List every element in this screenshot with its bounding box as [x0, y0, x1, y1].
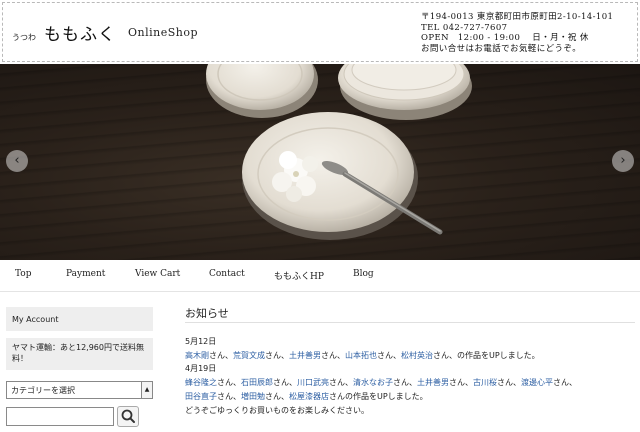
- hero-photo-plates: [206, 64, 472, 240]
- shipping-notice: ヤマト運輸：あと12,960円で送料無料！: [6, 338, 153, 370]
- nav-top[interactable]: Top: [15, 269, 31, 279]
- news-date: 4月19日: [185, 364, 217, 373]
- logo-name: ももふく: [44, 25, 116, 45]
- plate-main: [242, 112, 414, 232]
- main-nav: Top Payment View Cart Contact ももふくHP Blo…: [0, 260, 640, 292]
- artist-honorific: さん、: [329, 378, 353, 387]
- news-divider: [185, 322, 635, 323]
- artist-link[interactable]: 松村英治: [401, 351, 433, 360]
- news-artists-line: 蜂谷隆之さん、石田辰郎さん、川口武亮さん、清水なお子さん、土井善男さん、古川桜さ…: [185, 377, 577, 388]
- artist-link[interactable]: 増田勉: [241, 392, 265, 401]
- my-account-link[interactable]: My Account: [6, 307, 153, 331]
- hero-slideshow: ‹ ›: [0, 64, 640, 260]
- artist-honorific: さん、: [273, 378, 297, 387]
- artist-link[interactable]: 荒賀文成: [233, 351, 265, 360]
- artist-link[interactable]: 渡邊心平: [521, 378, 553, 387]
- artist-honorific: さんの作品をUPしました。: [329, 392, 428, 401]
- artist-honorific: さん、: [393, 378, 417, 387]
- artist-link[interactable]: 土井善男: [417, 378, 449, 387]
- artist-honorific: さん、: [217, 378, 241, 387]
- artist-link[interactable]: 高木剛: [185, 351, 209, 360]
- artist-honorific: さん、: [497, 378, 521, 387]
- artist-honorific: さん、: [553, 378, 577, 387]
- category-select-value: カテゴリーを選択: [11, 386, 75, 395]
- artist-honorific: さん、: [209, 351, 233, 360]
- news-closing-text: どうぞごゆっくりお買いものをお楽しみください。: [185, 406, 369, 415]
- artist-link[interactable]: 古川桜: [473, 378, 497, 387]
- category-select[interactable]: カテゴリーを選択 ▲: [6, 381, 153, 399]
- shop-hours: OPEN 12:00 - 19:00 日・月・祝 休: [421, 33, 589, 44]
- nav-payment[interactable]: Payment: [66, 269, 105, 279]
- nav-blog[interactable]: Blog: [353, 269, 374, 279]
- artist-link[interactable]: 川口武亮: [297, 378, 329, 387]
- artist-honorific: さん、: [377, 351, 401, 360]
- artist-link[interactable]: 蜂谷隆之: [185, 378, 217, 387]
- artist-link[interactable]: 石田辰郎: [241, 378, 273, 387]
- artist-honorific: さん、: [265, 392, 289, 401]
- artist-link[interactable]: 松屋漆器店: [289, 392, 329, 401]
- nav-contact[interactable]: Contact: [209, 269, 245, 279]
- artist-link[interactable]: 山本拓也: [345, 351, 377, 360]
- news-artists-line: 田谷直子さん、増田勉さん、松屋漆器店さんの作品をUPしました。: [185, 391, 428, 402]
- artist-link[interactable]: 田谷直子: [185, 392, 217, 401]
- shop-phone: TEL 042-727-7607: [421, 22, 508, 33]
- shop-info: 〒194-0013 東京都町田市原町田2-10-14-101 TEL 042-7…: [421, 12, 613, 54]
- shop-title: OnlineShop: [128, 26, 199, 39]
- artist-link[interactable]: 清水なお子: [353, 378, 393, 387]
- select-arrows-icon: ▲: [141, 382, 152, 398]
- artist-honorific: さん、: [265, 351, 289, 360]
- artist-honorific: さん、の作品をUPしました。: [433, 351, 540, 360]
- search-button[interactable]: [117, 406, 139, 427]
- news-date: 5月12日: [185, 337, 217, 346]
- shop-address: 〒194-0013 東京都町田市原町田2-10-14-101: [421, 12, 614, 22]
- nav-momofuku-hp[interactable]: ももふくHP: [274, 269, 324, 282]
- search-input[interactable]: [6, 407, 114, 426]
- search-icon: [121, 409, 135, 423]
- logo-subtitle: うつわ: [12, 33, 36, 42]
- shop-contact-note: お問い合せはお電話でお気軽にどうぞ。: [421, 43, 582, 54]
- artist-honorific: さん、: [321, 351, 345, 360]
- artist-honorific: さん、: [217, 392, 241, 401]
- slider-prev-button[interactable]: ‹: [6, 150, 28, 172]
- artist-link[interactable]: 土井善男: [289, 351, 321, 360]
- shop-logo[interactable]: うつわ ももふく: [12, 20, 116, 45]
- nav-view-cart[interactable]: View Cart: [135, 269, 180, 279]
- news-artists-line: 高木剛さん、荒賀文成さん、土井善男さん、山本拓也さん、松村英治さん、の作品をUP…: [185, 350, 540, 361]
- slider-next-button[interactable]: ›: [612, 150, 634, 172]
- news-heading: お知らせ: [185, 307, 229, 320]
- artist-honorific: さん、: [449, 378, 473, 387]
- site-header: うつわ ももふく OnlineShop 〒194-0013 東京都町田市原町田2…: [0, 0, 640, 64]
